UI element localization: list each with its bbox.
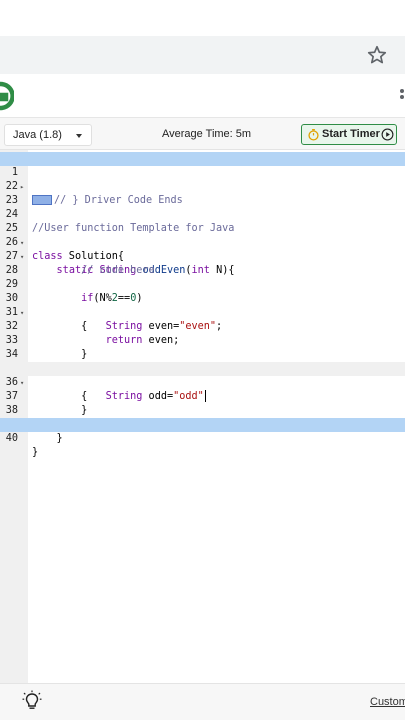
custom-input-link[interactable]: Custom [370, 696, 405, 708]
code-line-1[interactable]: 1 ▸ // } Driver Code Ends [0, 152, 405, 206]
code-line-26[interactable]: 26 ▾ static String oddEven(int N){ [0, 222, 405, 276]
star-icon[interactable] [366, 44, 388, 66]
code-line-36[interactable]: 36 String odd="odd" [0, 362, 405, 402]
code-line-30[interactable]: 30 ▾ { [0, 278, 405, 332]
code-line-34[interactable]: 34 else [0, 334, 405, 374]
gfg-logo-icon[interactable] [0, 80, 14, 112]
code-text: } [32, 433, 63, 444]
play-circle-icon [381, 128, 394, 141]
code-line-33[interactable]: 33 } [0, 320, 405, 360]
start-timer-label: Start Timer [322, 128, 380, 140]
average-time-label: Average Time: 5m [162, 128, 252, 140]
stopwatch-icon [308, 129, 319, 141]
lightbulb-icon[interactable] [22, 690, 42, 712]
code-line-25[interactable]: 25 ▾ class Solution{ [0, 208, 405, 262]
code-line-29[interactable]: 29 if(N%2==0) [0, 264, 405, 304]
language-select-value: Java (1.8) [13, 129, 62, 141]
site-header [0, 74, 405, 118]
code-line-28[interactable]: 28 [0, 250, 405, 276]
code-line-31[interactable]: 31 String even="even"; [0, 292, 405, 332]
start-timer-button[interactable]: Start Timer [301, 124, 397, 145]
code-line-32[interactable]: 32 return even; [0, 306, 405, 346]
code-line-38[interactable]: 38 [0, 390, 405, 416]
code-line-35[interactable]: 35 ▾ { [0, 348, 405, 402]
code-line-40[interactable]: 40 } [0, 418, 405, 458]
code-line-39[interactable]: 39 } [0, 404, 405, 444]
code-line-27[interactable]: 27 // code here [0, 236, 405, 276]
code-line-22[interactable]: 22 [0, 166, 405, 192]
code-line-24[interactable]: 24 //User function Template for Java [0, 194, 405, 234]
code-line-23[interactable]: 23 [0, 180, 405, 206]
browser-status-area [0, 0, 405, 30]
chevron-down-icon[interactable] [76, 134, 82, 138]
code-text: } [32, 447, 39, 458]
line-number: 40 [5, 433, 18, 444]
editor-footer [0, 683, 405, 720]
more-vertical-icon[interactable] [400, 89, 405, 99]
browser-address-bar[interactable] [0, 36, 405, 74]
code-line-37[interactable]: 37 } [0, 376, 405, 416]
